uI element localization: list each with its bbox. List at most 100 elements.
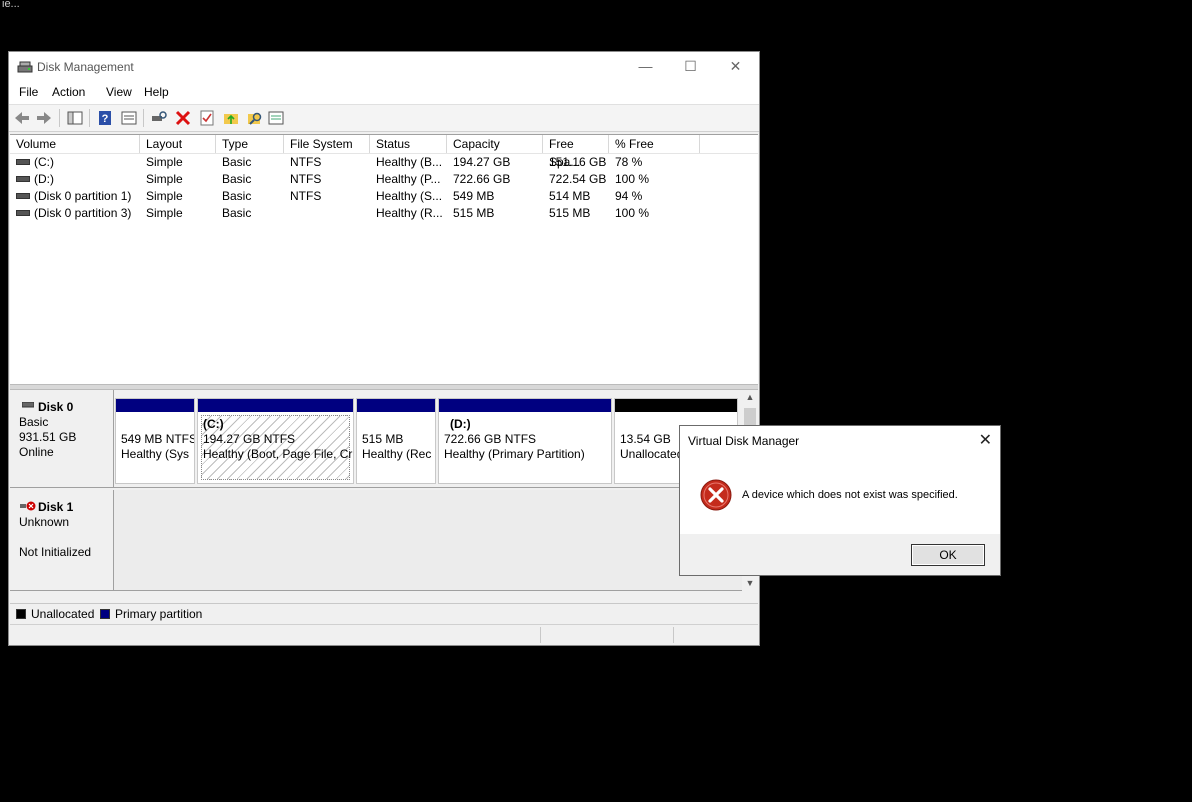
table-cell: 94 % — [615, 189, 643, 203]
close-button[interactable]: ✕ — [713, 52, 758, 82]
ok-button[interactable]: OK — [911, 544, 985, 566]
disk1-state: Not Initialized — [19, 545, 92, 559]
table-row[interactable]: (D:) Simple Basic NTFS Healthy (P... 722.66 G… — [10, 171, 758, 188]
forward-icon[interactable] — [35, 109, 53, 127]
partition-line2: Unallocated — [620, 447, 684, 461]
disk1-label[interactable]: Disk 1 Unknown Not Initialized — [10, 490, 114, 591]
partition-bar — [198, 399, 353, 412]
partition-title: (C:) — [203, 417, 224, 431]
disk0-name: Disk 0 — [38, 400, 74, 414]
col-file-system[interactable]: File System — [284, 135, 370, 153]
partition-d[interactable]: (D:) 722.66 GB NTFS Healthy (Primary Par… — [438, 398, 612, 484]
disk0-label[interactable]: Disk 0 Basic 931.51 GB Online — [10, 390, 114, 488]
table-cell: 100 % — [615, 172, 650, 186]
volume-icon — [16, 192, 30, 199]
disk-graphical-view: Disk 0 Basic 931.51 GB Online 549 MB NTF… — [10, 390, 742, 592]
partition-title: (D:) — [450, 417, 471, 431]
partition-line1: 13.54 GB — [620, 432, 671, 446]
table-cell: (D:) — [16, 171, 54, 188]
disk1-name: Disk 1 — [38, 500, 74, 514]
col-free-space[interactable]: Free Spa... — [543, 135, 609, 169]
table-cell: NTFS — [290, 172, 322, 186]
partition-line2: Healthy (Sys — [121, 447, 190, 461]
disk0-state: Online — [19, 445, 54, 459]
console-tree-icon[interactable] — [66, 109, 84, 127]
legend-unallocated-swatch — [16, 609, 26, 619]
menu-file[interactable]: File — [19, 85, 38, 99]
menu-view[interactable]: View — [106, 85, 132, 99]
disk1-area[interactable] — [114, 490, 742, 591]
partition-line1: 515 MB — [362, 432, 404, 446]
svg-text:?: ? — [102, 113, 109, 125]
table-cell: Simple — [146, 172, 183, 186]
volume-name: (Disk 0 partition 3) — [34, 206, 132, 220]
table-row[interactable]: (Disk 0 partition 1) Simple Basic NTFS Healt… — [10, 188, 758, 205]
partition-recovery[interactable]: 515 MB Healthy (Rec — [356, 398, 436, 484]
partition-c[interactable]: (C:) 194.27 GB NTFS Healthy (Boot, Page … — [197, 398, 354, 484]
disk-management-window: Disk Management — ☐ ✕ File Action View H… — [8, 51, 760, 646]
desktop-text-fragment: ie... — [2, 0, 20, 10]
title-bar[interactable]: Disk Management — ☐ ✕ — [9, 52, 759, 82]
folder-up-icon[interactable] — [222, 109, 240, 127]
search-icon[interactable] — [246, 109, 264, 127]
volume-list: Volume Layout Type File System Status Ca… — [10, 134, 758, 385]
legend-unallocated-label: Unallocated — [31, 607, 95, 621]
partition-line1: 194.27 GB NTFS — [203, 432, 296, 446]
dialog-close-button[interactable]: ✕ — [979, 430, 992, 450]
menu-action[interactable]: Action — [52, 85, 85, 99]
partition-system-reserved[interactable]: 549 MB NTFS Healthy (Sys — [115, 398, 195, 484]
list-icon[interactable] — [267, 109, 285, 127]
table-cell: Basic — [222, 206, 252, 220]
delete-icon[interactable] — [174, 109, 192, 127]
partition-bar — [615, 399, 737, 412]
help-icon[interactable]: ? — [96, 109, 114, 127]
disk-error-icon — [20, 501, 36, 511]
disk-icon — [22, 402, 34, 408]
maximize-button[interactable]: ☐ — [668, 52, 713, 82]
col-percent-free[interactable]: % Free — [609, 135, 700, 153]
table-cell: 194.27 GB — [453, 155, 511, 169]
volume-icon — [16, 158, 30, 165]
status-bar — [10, 624, 758, 645]
legend-primary-label: Primary partition — [115, 607, 203, 621]
table-cell: Healthy (P... — [376, 172, 441, 186]
table-cell: (Disk 0 partition 1) — [16, 188, 131, 205]
dialog-footer: OK — [680, 534, 1000, 575]
table-cell: Healthy (S... — [376, 189, 443, 203]
connect-icon[interactable] — [150, 109, 168, 127]
properties-icon[interactable] — [120, 109, 138, 127]
table-row[interactable]: (Disk 0 partition 3) Simple Basic Healthy (… — [10, 205, 758, 222]
minimize-button[interactable]: — — [623, 52, 668, 82]
scroll-down-icon[interactable]: ▼ — [742, 578, 758, 588]
table-cell: 722.66 GB — [453, 172, 511, 186]
menu-help[interactable]: Help — [144, 85, 169, 99]
col-capacity[interactable]: Capacity — [447, 135, 543, 153]
table-cell: Healthy (B... — [376, 155, 443, 169]
col-volume[interactable]: Volume — [10, 135, 140, 153]
volume-name: (C:) — [34, 155, 54, 169]
disk0-size: 931.51 GB — [19, 430, 77, 444]
partition-line2: Healthy (Rec — [362, 447, 432, 461]
table-row[interactable]: (C:) Simple Basic NTFS Healthy (B... 194.27 G… — [10, 154, 758, 171]
volume-icon — [16, 209, 30, 216]
col-status[interactable]: Status — [370, 135, 447, 153]
window-title: Disk Management — [37, 60, 134, 74]
partition-line2: Healthy (Boot, Page File, Cr — [203, 447, 353, 461]
scroll-up-icon[interactable]: ▲ — [742, 392, 758, 402]
dialog-message: A device which does not exist was specif… — [742, 489, 958, 501]
volume-icon — [16, 175, 30, 182]
table-cell: 722.54 GB — [549, 172, 607, 186]
back-icon[interactable] — [13, 109, 31, 127]
table-cell: 100 % — [615, 206, 650, 220]
table-cell: (C:) — [16, 154, 54, 171]
partition-line2: Healthy (Primary Partition) — [444, 447, 585, 461]
check-icon[interactable] — [198, 109, 216, 127]
col-layout[interactable]: Layout — [140, 135, 216, 153]
disk-management-app-icon — [17, 61, 33, 73]
legend: Unallocated Primary partition — [10, 603, 758, 624]
col-type[interactable]: Type — [216, 135, 284, 153]
disk0-type: Basic — [19, 415, 49, 429]
partition-bar — [116, 399, 194, 412]
table-cell: 514 MB — [549, 189, 591, 203]
menu-bar: File Action View Help — [9, 82, 759, 104]
